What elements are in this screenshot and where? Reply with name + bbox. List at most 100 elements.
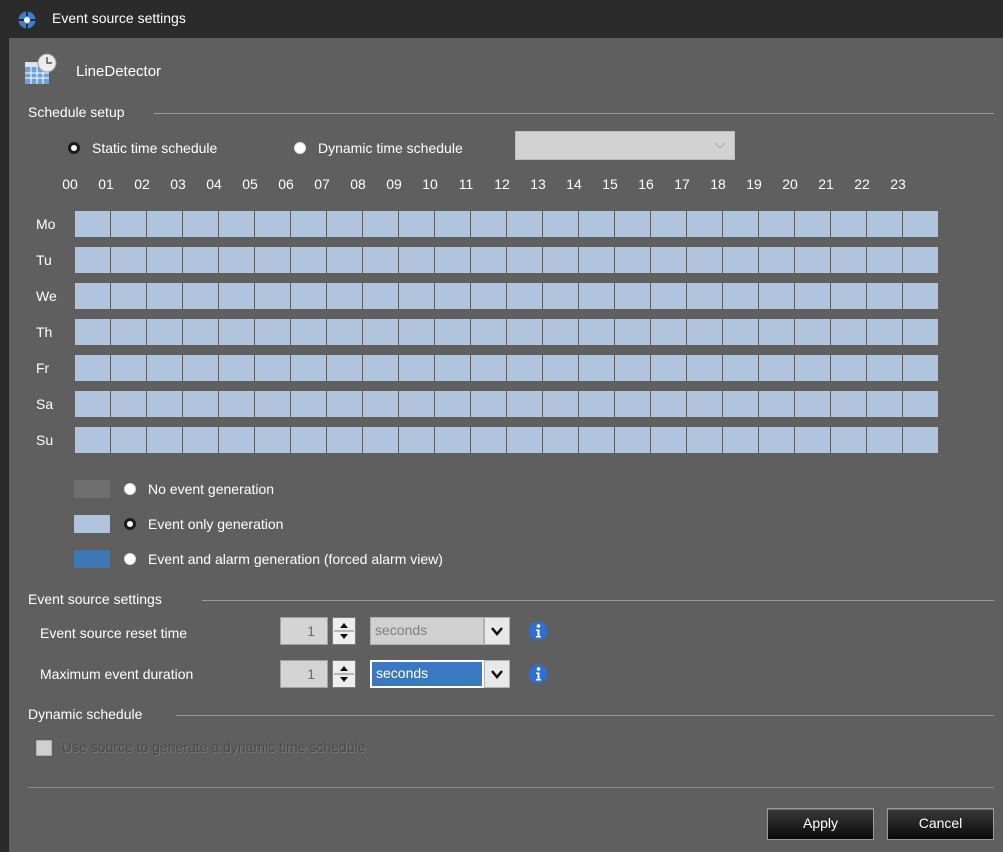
schedule-cell[interactable] bbox=[867, 427, 903, 453]
schedule-cell[interactable] bbox=[363, 247, 399, 273]
schedule-cell[interactable] bbox=[831, 391, 867, 417]
schedule-cell[interactable] bbox=[111, 427, 147, 453]
schedule-cell[interactable] bbox=[795, 391, 831, 417]
schedule-cell[interactable] bbox=[615, 283, 651, 309]
schedule-cell[interactable] bbox=[255, 427, 291, 453]
legend-radio[interactable] bbox=[124, 553, 136, 565]
schedule-cell[interactable] bbox=[651, 391, 687, 417]
schedule-cell[interactable] bbox=[111, 319, 147, 345]
schedule-cell[interactable] bbox=[147, 355, 183, 381]
schedule-cell[interactable] bbox=[435, 427, 471, 453]
schedule-cell[interactable] bbox=[651, 211, 687, 237]
schedule-cell[interactable] bbox=[831, 355, 867, 381]
dynamic-schedule-radio[interactable] bbox=[294, 142, 306, 154]
schedule-cell[interactable] bbox=[219, 427, 255, 453]
schedule-cell[interactable] bbox=[507, 283, 543, 309]
schedule-cell[interactable] bbox=[327, 211, 363, 237]
schedule-cell[interactable] bbox=[363, 355, 399, 381]
schedule-cell[interactable] bbox=[795, 319, 831, 345]
schedule-cell[interactable] bbox=[471, 283, 507, 309]
schedule-cell[interactable] bbox=[507, 319, 543, 345]
schedule-cell[interactable] bbox=[759, 355, 795, 381]
schedule-cell[interactable] bbox=[687, 427, 723, 453]
schedule-cell[interactable] bbox=[831, 319, 867, 345]
schedule-cell[interactable] bbox=[183, 355, 219, 381]
schedule-cell[interactable] bbox=[255, 211, 291, 237]
schedule-cell[interactable] bbox=[615, 391, 651, 417]
schedule-cell[interactable] bbox=[147, 427, 183, 453]
schedule-cell[interactable] bbox=[579, 211, 615, 237]
schedule-cell[interactable] bbox=[291, 355, 327, 381]
schedule-cell[interactable] bbox=[723, 355, 759, 381]
schedule-cell[interactable] bbox=[75, 427, 111, 453]
schedule-cell[interactable] bbox=[471, 319, 507, 345]
schedule-cell[interactable] bbox=[903, 391, 938, 417]
schedule-cell[interactable] bbox=[543, 391, 579, 417]
schedule-cell[interactable] bbox=[543, 211, 579, 237]
schedule-cell[interactable] bbox=[903, 211, 938, 237]
schedule-cell[interactable] bbox=[507, 247, 543, 273]
schedule-cell[interactable] bbox=[471, 247, 507, 273]
reset-time-stepper[interactable] bbox=[332, 617, 356, 645]
schedule-cell[interactable] bbox=[291, 283, 327, 309]
schedule-cell[interactable] bbox=[435, 391, 471, 417]
schedule-cell[interactable] bbox=[651, 247, 687, 273]
schedule-cell[interactable] bbox=[363, 283, 399, 309]
schedule-cell[interactable] bbox=[471, 355, 507, 381]
schedule-cell[interactable] bbox=[363, 319, 399, 345]
schedule-cell[interactable] bbox=[543, 247, 579, 273]
schedule-cell[interactable] bbox=[291, 211, 327, 237]
schedule-cell[interactable] bbox=[255, 391, 291, 417]
schedule-cell[interactable] bbox=[399, 319, 435, 345]
schedule-cell[interactable] bbox=[687, 247, 723, 273]
schedule-cell[interactable] bbox=[111, 283, 147, 309]
schedule-cell[interactable] bbox=[291, 427, 327, 453]
schedule-cell[interactable] bbox=[255, 319, 291, 345]
schedule-cell[interactable] bbox=[687, 355, 723, 381]
schedule-cell[interactable] bbox=[183, 391, 219, 417]
schedule-cell[interactable] bbox=[75, 355, 111, 381]
schedule-cell[interactable] bbox=[795, 427, 831, 453]
schedule-grid[interactable] bbox=[75, 211, 938, 463]
schedule-cell[interactable] bbox=[903, 283, 938, 309]
schedule-cell[interactable] bbox=[111, 211, 147, 237]
schedule-cell[interactable] bbox=[687, 391, 723, 417]
schedule-cell[interactable] bbox=[435, 211, 471, 237]
schedule-cell[interactable] bbox=[579, 427, 615, 453]
schedule-cell[interactable] bbox=[147, 319, 183, 345]
schedule-cell[interactable] bbox=[759, 283, 795, 309]
schedule-cell[interactable] bbox=[579, 391, 615, 417]
schedule-cell[interactable] bbox=[219, 391, 255, 417]
schedule-cell[interactable] bbox=[75, 211, 111, 237]
schedule-cell[interactable] bbox=[615, 211, 651, 237]
schedule-cell[interactable] bbox=[759, 391, 795, 417]
schedule-cell[interactable] bbox=[291, 247, 327, 273]
schedule-cell[interactable] bbox=[687, 283, 723, 309]
schedule-cell[interactable] bbox=[903, 247, 938, 273]
max-duration-value[interactable]: 1 bbox=[280, 660, 328, 688]
schedule-cell[interactable] bbox=[903, 355, 938, 381]
schedule-cell[interactable] bbox=[723, 427, 759, 453]
schedule-cell[interactable] bbox=[867, 391, 903, 417]
schedule-cell[interactable] bbox=[75, 283, 111, 309]
schedule-cell[interactable] bbox=[399, 355, 435, 381]
schedule-cell[interactable] bbox=[579, 355, 615, 381]
schedule-cell[interactable] bbox=[183, 247, 219, 273]
schedule-cell[interactable] bbox=[759, 211, 795, 237]
schedule-cell[interactable] bbox=[327, 247, 363, 273]
schedule-cell[interactable] bbox=[255, 283, 291, 309]
schedule-cell[interactable] bbox=[435, 283, 471, 309]
schedule-cell[interactable] bbox=[651, 355, 687, 381]
schedule-cell[interactable] bbox=[795, 247, 831, 273]
schedule-cell[interactable] bbox=[579, 319, 615, 345]
schedule-cell[interactable] bbox=[795, 211, 831, 237]
schedule-cell[interactable] bbox=[291, 319, 327, 345]
schedule-cell[interactable] bbox=[759, 319, 795, 345]
schedule-cell[interactable] bbox=[291, 391, 327, 417]
schedule-cell[interactable] bbox=[723, 319, 759, 345]
schedule-cell[interactable] bbox=[579, 247, 615, 273]
dynamic-schedule-dropdown[interactable] bbox=[515, 131, 735, 160]
schedule-cell[interactable] bbox=[399, 211, 435, 237]
schedule-cell[interactable] bbox=[255, 247, 291, 273]
schedule-cell[interactable] bbox=[867, 283, 903, 309]
